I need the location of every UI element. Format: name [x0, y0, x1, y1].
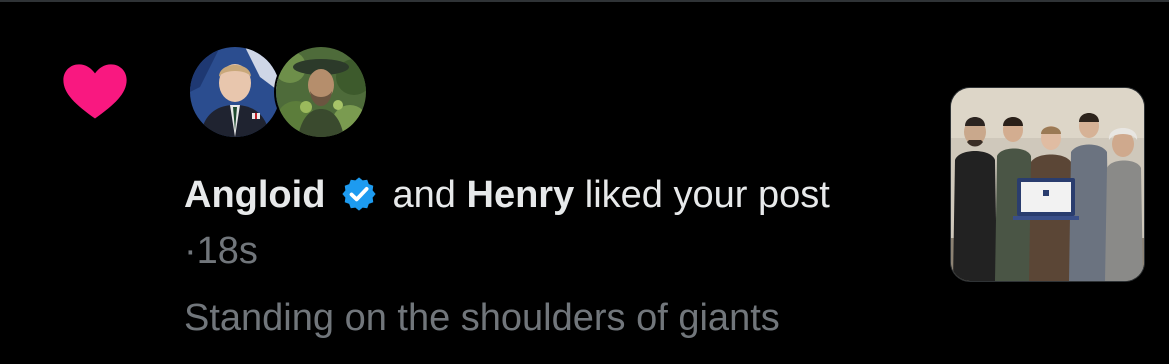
- action-text: liked your: [584, 174, 748, 216]
- object-text: post: [757, 174, 830, 216]
- notification-text: Angloid and Henry liked your post ·18s: [184, 167, 884, 279]
- heart-icon: [63, 64, 127, 119]
- timestamp: 18s: [196, 230, 258, 272]
- connector-text: and: [392, 174, 456, 216]
- post-preview-text[interactable]: Standing on the shoulders of giants: [184, 292, 780, 344]
- like-notification[interactable]: Angloid and Henry liked your post ·18s S…: [0, 2, 1169, 364]
- avatar-angloid[interactable]: [188, 45, 282, 139]
- avatar-henry[interactable]: [274, 45, 368, 139]
- verified-badge-icon: [342, 177, 376, 211]
- user-name-henry[interactable]: Henry: [467, 174, 575, 216]
- meta-separator: ·: [184, 230, 197, 272]
- user-name-angloid[interactable]: Angloid: [184, 174, 325, 216]
- post-thumbnail[interactable]: [950, 87, 1145, 282]
